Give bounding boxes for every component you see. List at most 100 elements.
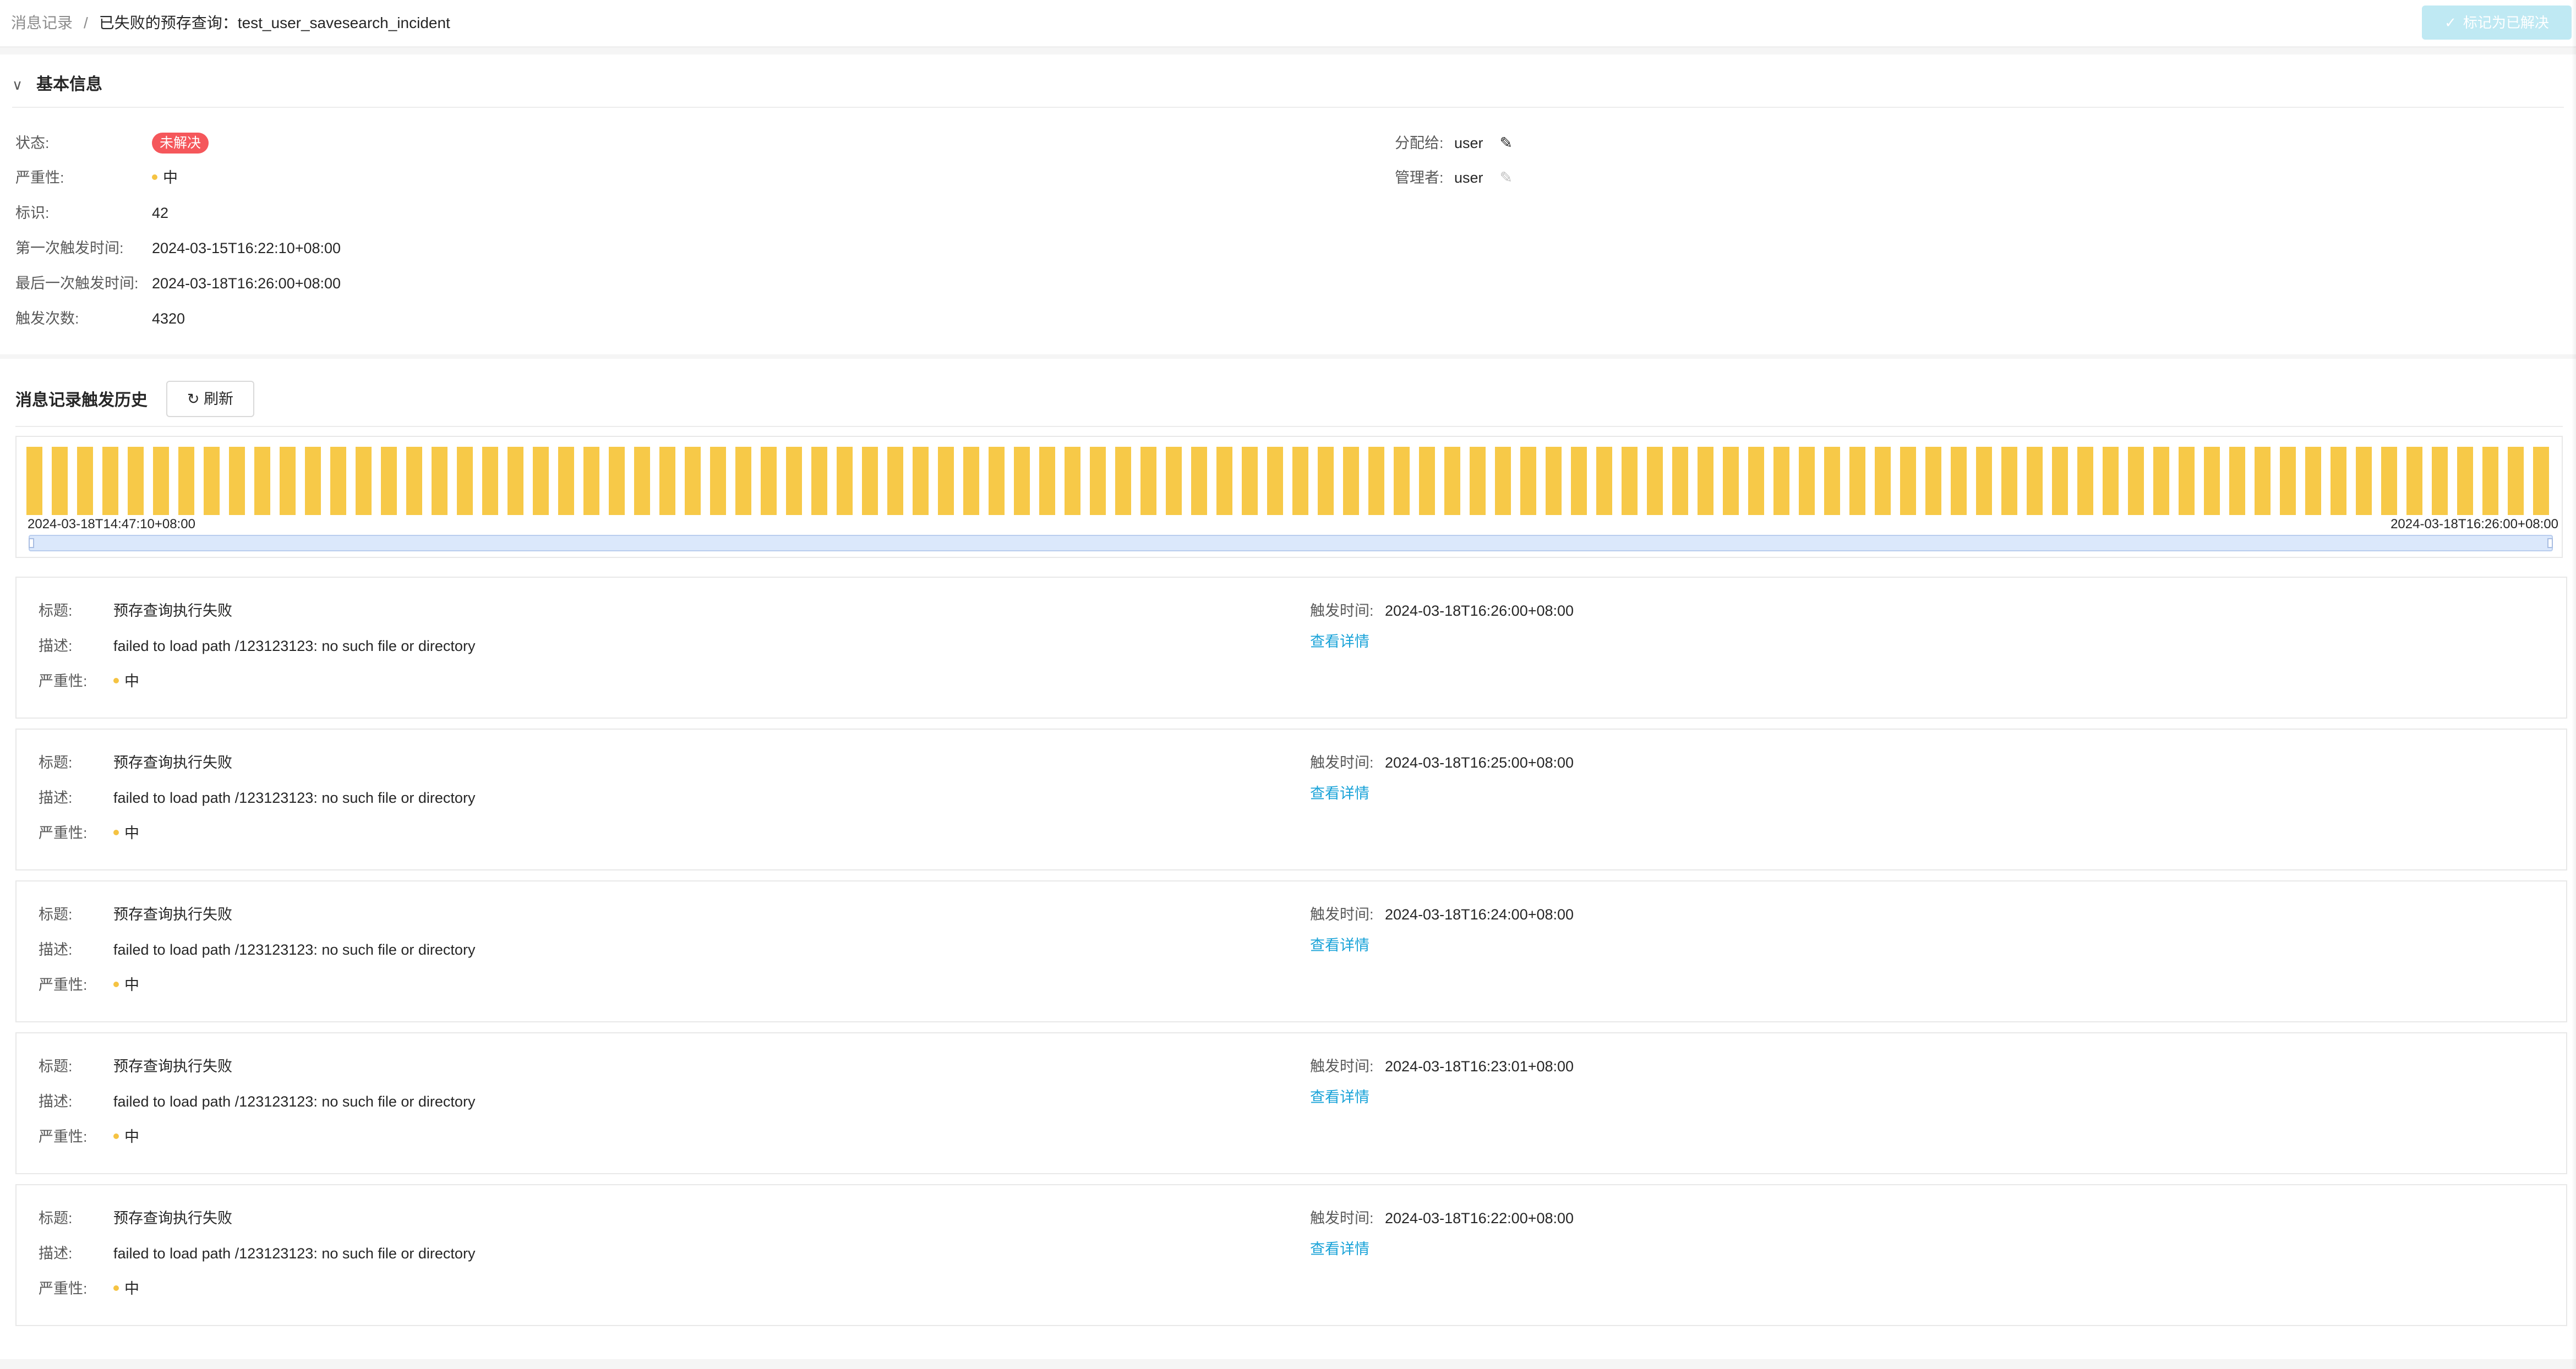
basic-info-header[interactable]: ∨ 基本信息	[12, 74, 102, 96]
record-title-label: 标题:	[39, 906, 73, 923]
chart-bar	[1267, 447, 1283, 515]
view-detail-link[interactable]: 查看详情	[1310, 632, 1369, 651]
record-card: 标题: 预存查询执行失败 描述: failed to load path /12…	[15, 729, 2567, 870]
view-detail-link[interactable]: 查看详情	[1310, 784, 1369, 803]
record-time: 2024-03-18T16:22:00+08:00	[1385, 1210, 1574, 1226]
chart-bar	[1546, 447, 1562, 515]
scroll-edge	[2572, 0, 2576, 1369]
header-divider	[0, 48, 2576, 54]
record-desc-label: 描述:	[39, 941, 73, 958]
record-severity: 中	[124, 1129, 139, 1145]
record-severity: 中	[124, 673, 139, 689]
chart-bar	[963, 447, 979, 515]
view-detail-link[interactable]: 查看详情	[1310, 1087, 1369, 1107]
record-time-label: 触发时间:	[1310, 754, 1374, 771]
mark-resolved-label: 标记为已解决	[2463, 14, 2549, 31]
record-card: 标题: 预存查询执行失败 描述: failed to load path /12…	[15, 1032, 2567, 1174]
record-desc: failed to load path /123123123: no such …	[113, 1245, 476, 1262]
chart-bar	[482, 447, 498, 515]
chart-bar	[1773, 447, 1789, 515]
chart-bar	[1647, 447, 1663, 515]
chart-bar	[786, 447, 802, 515]
slider-handle-right[interactable]	[2547, 538, 2553, 548]
record-time: 2024-03-18T16:24:00+08:00	[1385, 906, 1574, 923]
refresh-button[interactable]: ↻ 刷新	[166, 381, 254, 417]
chart-bar	[862, 447, 878, 515]
check-icon: ✓	[2444, 14, 2457, 31]
chart-bar	[2128, 447, 2144, 515]
refresh-icon: ↻	[187, 391, 200, 407]
record-title-label: 标题:	[39, 754, 73, 771]
basic-info-title: 基本信息	[36, 75, 102, 94]
chart-bar	[2204, 447, 2220, 515]
chart-bar	[2406, 447, 2422, 515]
chart-bar	[2482, 447, 2498, 515]
trigger-count-label: 触发次数:	[15, 310, 79, 327]
chart-bar	[254, 447, 270, 515]
manager-label: 管理者:	[1395, 169, 1444, 186]
chart-bar	[128, 447, 144, 515]
chart-bars	[26, 447, 2558, 515]
record-severity: 中	[124, 825, 139, 841]
edit-icon-disabled: ✎	[1499, 169, 1513, 186]
chart-bar	[1014, 447, 1030, 515]
mark-resolved-button[interactable]: ✓ 标记为已解决	[2422, 6, 2572, 40]
chart-bar	[1824, 447, 1840, 515]
chart-bar	[1596, 447, 1612, 515]
chart-bar	[2103, 447, 2119, 515]
chart-bar	[1343, 447, 1359, 515]
x-start-label: 2024-03-18T14:47:10+08:00	[28, 517, 195, 532]
record-desc-label: 描述:	[39, 790, 73, 806]
breadcrumb-separator: /	[84, 14, 88, 31]
history-divider	[15, 426, 2563, 427]
chart-bar	[2305, 447, 2321, 515]
chart-bar	[2052, 447, 2068, 515]
record-time-label: 触发时间:	[1310, 906, 1374, 923]
status-badge: 未解决	[152, 133, 209, 154]
breadcrumb-current: 已失败的预存查询：test_user_savesearch_incident	[99, 14, 450, 31]
time-range-slider[interactable]	[29, 535, 2553, 551]
record-severity-label: 严重性:	[39, 673, 88, 689]
record-time: 2024-03-18T16:25:00+08:00	[1385, 754, 1574, 771]
record-title: 预存查询执行失败	[113, 603, 232, 619]
chart-bar	[938, 447, 954, 515]
chart-bar	[1368, 447, 1384, 515]
chart-bar	[1799, 447, 1815, 515]
chart-bar	[1419, 447, 1435, 515]
record-severity-label: 严重性:	[39, 977, 88, 993]
chart-bar	[2457, 447, 2473, 515]
id-value: 42	[152, 205, 169, 221]
chart-bar	[1748, 447, 1764, 515]
chart-bar	[2432, 447, 2448, 515]
status-label: 状态:	[15, 135, 50, 151]
breadcrumb: 消息记录 / 已失败的预存查询：test_user_savesearch_incid…	[11, 13, 450, 33]
chart-bar	[52, 447, 68, 515]
chevron-down-icon[interactable]: ∨	[12, 74, 29, 96]
chart-bar	[1925, 447, 1941, 515]
first-trigger-value: 2024-03-15T16:22:10+08:00	[152, 240, 341, 256]
record-time: 2024-03-18T16:23:01+08:00	[1385, 1058, 1574, 1075]
record-title: 预存查询执行失败	[113, 1058, 232, 1075]
chart-bar	[533, 447, 549, 515]
record-desc-label: 描述:	[39, 1245, 73, 1262]
chart-bar	[1723, 447, 1739, 515]
chart-bar	[2356, 447, 2372, 515]
chart-bar	[2229, 447, 2245, 515]
chart-bar	[204, 447, 220, 515]
chart-bar	[1900, 447, 1916, 515]
chart-bar	[26, 447, 42, 515]
view-detail-link[interactable]: 查看详情	[1310, 935, 1369, 955]
chart-bar	[1318, 447, 1334, 515]
chart-bar	[1065, 447, 1080, 515]
record-time-label: 触发时间:	[1310, 1058, 1374, 1075]
refresh-label: 刷新	[204, 391, 234, 407]
record-title: 预存查询执行失败	[113, 754, 232, 771]
slider-handle-left[interactable]	[29, 538, 34, 548]
breadcrumb-parent[interactable]: 消息记录	[11, 14, 73, 31]
record-desc: failed to load path /123123123: no such …	[113, 638, 476, 654]
edit-icon[interactable]: ✎	[1500, 133, 1513, 153]
chart-bar	[609, 447, 625, 515]
view-detail-link[interactable]: 查看详情	[1310, 1239, 1369, 1259]
chart-bar	[710, 447, 726, 515]
record-title: 预存查询执行失败	[113, 1210, 232, 1226]
